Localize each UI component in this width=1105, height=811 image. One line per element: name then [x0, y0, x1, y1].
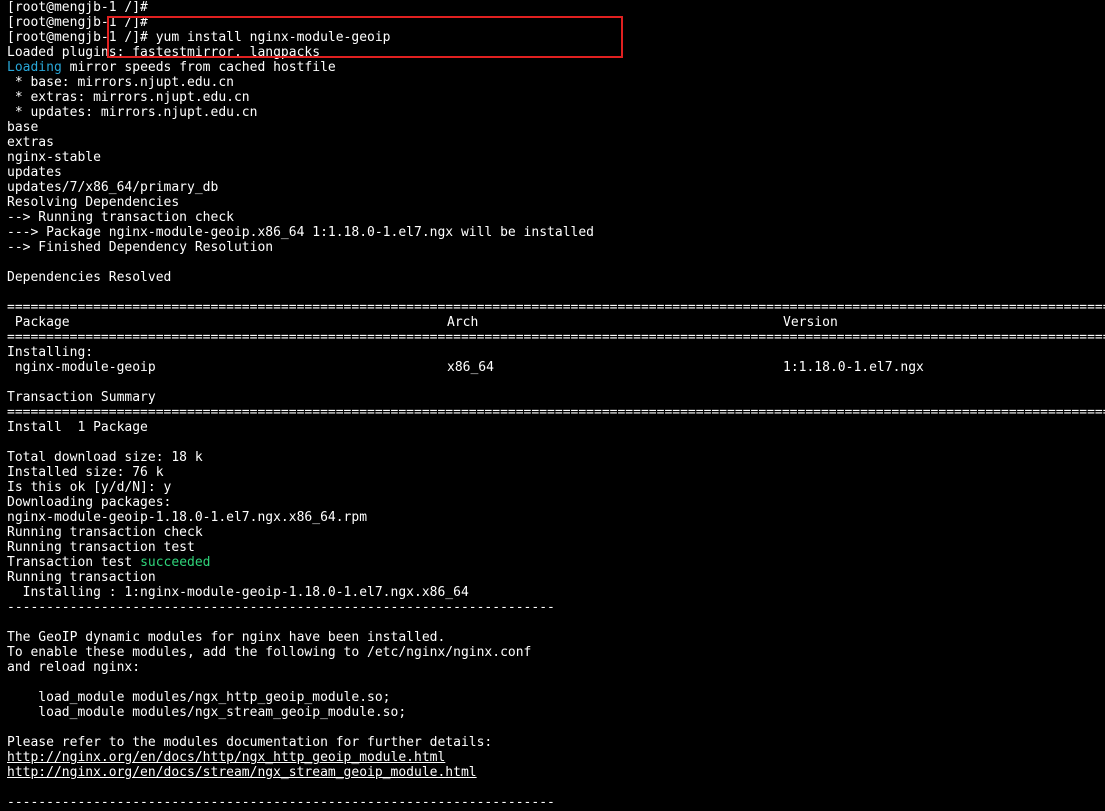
table-rule: ========================================…	[7, 300, 1105, 315]
output-line: Installed size: 76 k	[7, 465, 164, 480]
output-line: Resolving Dependencies	[7, 195, 180, 210]
loading-text: mirror speeds from cached hostfile	[61, 60, 336, 75]
output-line: Installing:	[7, 345, 94, 360]
output-line: extras	[7, 135, 54, 150]
row-arch: x86_64	[447, 360, 494, 375]
terminal-window[interactable]: [root@mengjb-1 /]# [root@mengjb-1 /]# [r…	[0, 0, 1105, 811]
output-line: Total download size: 18 k	[7, 450, 203, 465]
header-arch: Arch	[447, 315, 479, 330]
output-line: Transaction test succeeded	[7, 555, 1105, 570]
header-package: Package	[7, 315, 70, 330]
output-line: updates/7/x86_64/primary_db	[7, 180, 219, 195]
table-rule: ========================================…	[7, 405, 1105, 420]
loading-label: Loading	[7, 60, 62, 75]
output-line: Loaded plugins: fastestmirror, langpacks	[7, 45, 321, 60]
stream-geoip-doc-link[interactable]: http://nginx.org/en/docs/stream/ngx_stre…	[7, 765, 477, 780]
output-line: Running transaction check	[7, 525, 203, 540]
output-line: Downloading packages:	[7, 495, 172, 510]
output-line: load_module modules/ngx_http_geoip_modul…	[7, 690, 391, 705]
prompt-line: [root@mengjb-1 /]#	[7, 15, 148, 30]
command-line: [root@mengjb-1 /]# yum install nginx-mod…	[7, 30, 391, 45]
output-line: Please refer to the modules documentatio…	[7, 735, 493, 750]
output-line: Running transaction	[7, 570, 156, 585]
succeeded-status: succeeded	[140, 555, 211, 570]
output-line: load_module modules/ngx_stream_geoip_mod…	[7, 705, 407, 720]
output-line: Running transaction test	[7, 540, 195, 555]
http-geoip-doc-link[interactable]: http://nginx.org/en/docs/http/ngx_http_g…	[7, 750, 445, 765]
output-line: Dependencies Resolved	[7, 270, 172, 285]
row-version: 1:1.18.0-1.el7.ngx	[783, 360, 924, 375]
table-row: nginx-module-geoip x86_64 1:1.18.0-1.el7.n…	[7, 360, 1105, 375]
output-line: nginx-module-geoip-1.18.0-1.el7.ngx.x86_…	[7, 510, 368, 525]
output-line: Is this ok [y/d/N]: y	[7, 480, 172, 495]
output-line: ---> Package nginx-module-geoip.x86_64 1…	[7, 225, 594, 240]
output-line: * base: mirrors.njupt.edu.cn	[7, 75, 234, 90]
dash-rule: ----------------------------------------…	[7, 600, 555, 615]
output-line: Installing : 1:nginx-module-geoip-1.18.0…	[7, 585, 469, 600]
table-rule: ========================================…	[7, 330, 1105, 345]
table-header: Package Arch Version	[7, 315, 1105, 330]
output-line: --> Running transaction check	[7, 210, 234, 225]
output-line: nginx-stable	[7, 150, 101, 165]
test-label: Transaction test	[7, 555, 141, 570]
output-line: To enable these modules, add the followi…	[7, 645, 532, 660]
row-package: nginx-module-geoip	[7, 360, 156, 375]
header-version: Version	[783, 315, 838, 330]
prompt-line: [root@mengjb-1 /]#	[7, 0, 148, 15]
output-line: * extras: mirrors.njupt.edu.cn	[7, 90, 250, 105]
output-line: Transaction Summary	[7, 390, 156, 405]
output-line: and reload nginx:	[7, 660, 141, 675]
output-line: Loading mirror speeds from cached hostfi…	[7, 60, 1105, 75]
output-line: The GeoIP dynamic modules for nginx have…	[7, 630, 446, 645]
dash-rule: ----------------------------------------…	[7, 795, 555, 810]
output-line: base	[7, 120, 39, 135]
output-line: * updates: mirrors.njupt.edu.cn	[7, 105, 258, 120]
output-line: --> Finished Dependency Resolution	[7, 240, 274, 255]
output-line: updates	[7, 165, 62, 180]
output-line: Install 1 Package	[7, 420, 148, 435]
